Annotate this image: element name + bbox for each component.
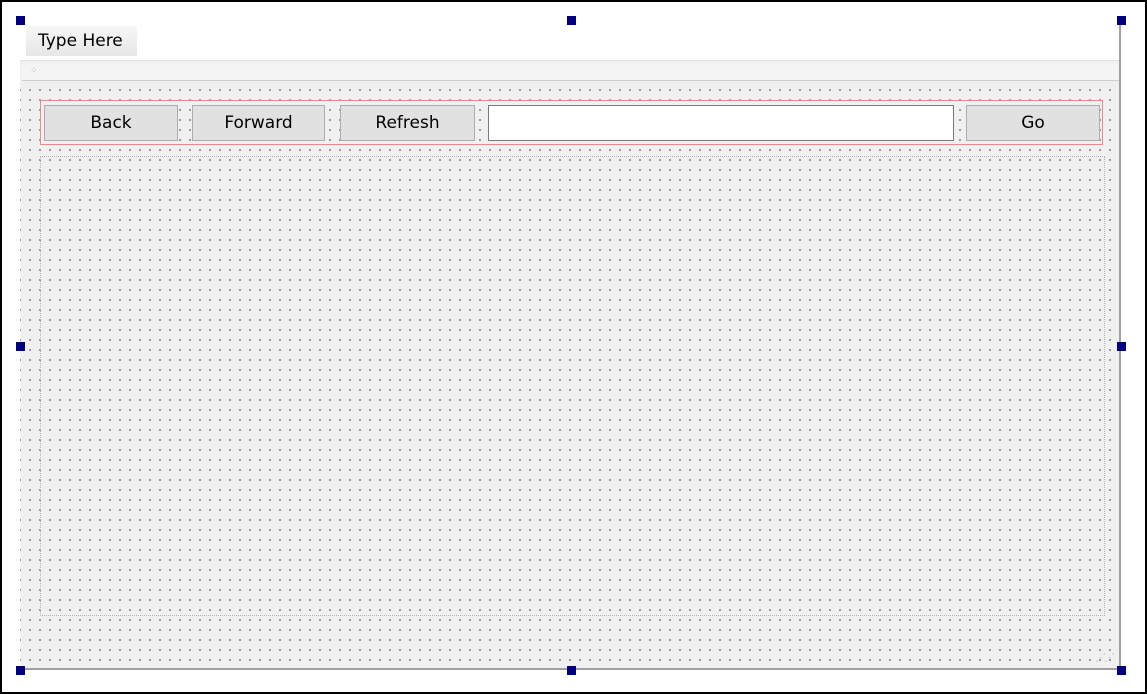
selection-handle-bottom-center[interactable] [567,666,576,675]
go-button[interactable]: Go [966,105,1100,141]
selection-handle-middle-left[interactable] [16,342,25,351]
forward-button[interactable]: Forward [192,105,325,141]
web-view-area[interactable] [40,156,1105,616]
url-input[interactable] [488,105,954,141]
selection-handle-middle-right[interactable] [1117,342,1126,351]
selection-handle-top-center[interactable] [567,16,576,25]
selection-handle-bottom-left[interactable] [16,666,25,675]
selection-handle-bottom-right[interactable] [1117,666,1126,675]
size-grip-icon[interactable]: ⋰⋰ [1095,651,1115,664]
back-button[interactable]: Back [44,105,178,141]
central-widget: Back Forward Refresh Go ⋰⋰ [20,81,1119,668]
selection-handle-top-left[interactable] [16,16,25,25]
selection-handle-top-right[interactable] [1117,16,1126,25]
menu-bar: Type Here [20,20,1119,61]
main-window-form: Type Here ⁘ Back Forward Refresh Go ⋰⋰ [20,20,1121,670]
toolbar-grip-icon[interactable]: ⁘ [30,66,38,76]
horizontal-layout: Back Forward Refresh Go [40,100,1103,145]
toolbar-area: ⁘ [22,64,1119,81]
refresh-button[interactable]: Refresh [340,105,475,141]
menu-item-type-here[interactable]: Type Here [26,26,137,56]
